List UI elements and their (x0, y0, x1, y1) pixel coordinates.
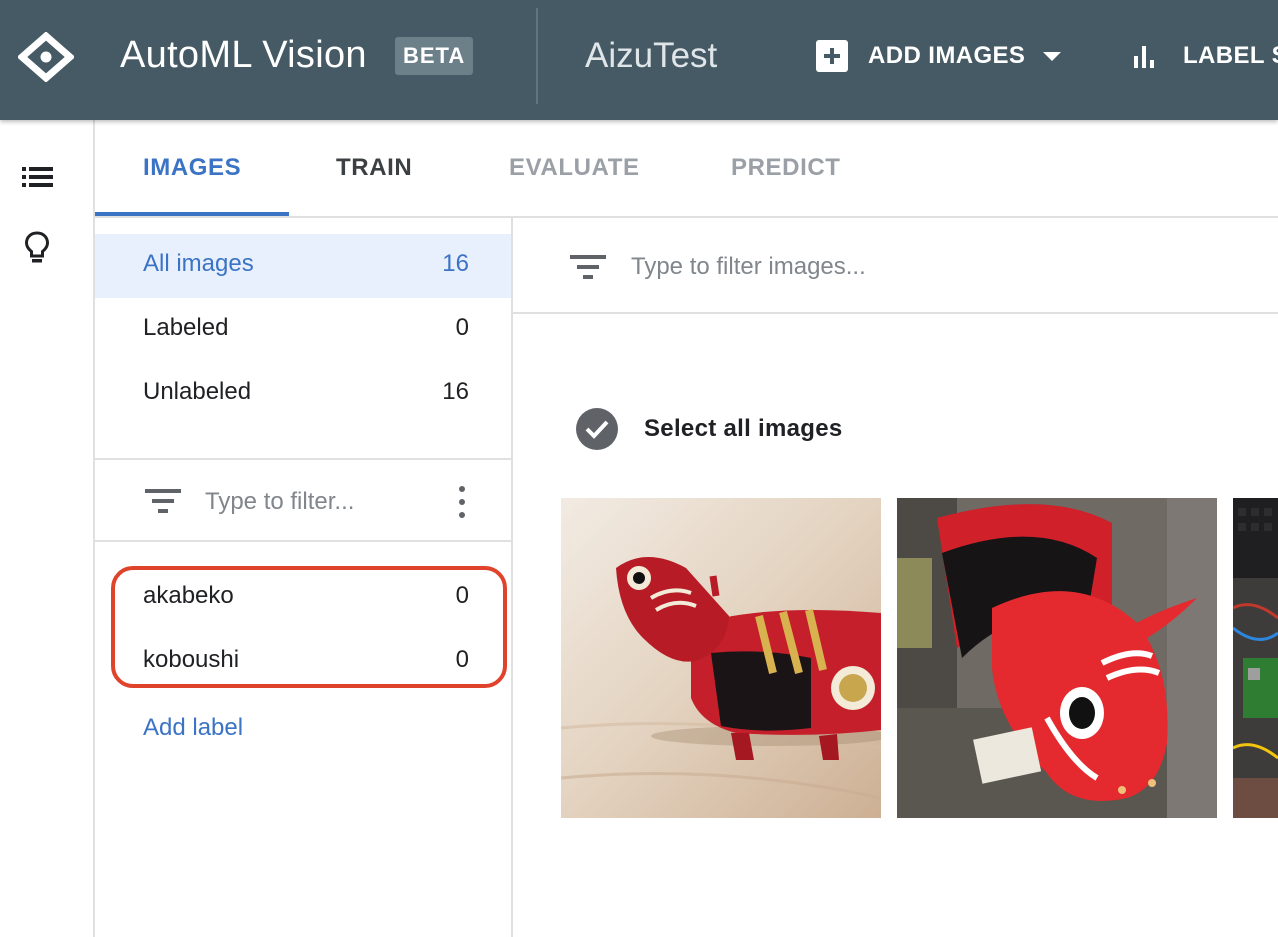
select-all-label: Select all images (644, 415, 843, 442)
filter-icon (570, 255, 606, 279)
category-all-images[interactable]: All images 16 (95, 234, 511, 298)
app-header: AutoML Vision BETA AizuTest ADD IMAGES L… (0, 0, 1278, 120)
section-divider (95, 540, 511, 542)
label-stats-button[interactable]: LABEL S (1134, 36, 1278, 76)
beta-badge: BETA (395, 37, 474, 75)
project-name[interactable]: AizuTest (585, 36, 717, 76)
category-count: 0 (455, 314, 469, 341)
image-thumbnail[interactable] (1233, 498, 1278, 818)
lightbulb-icon[interactable] (24, 230, 50, 266)
category-count: 16 (442, 250, 469, 277)
category-count: 16 (442, 378, 469, 405)
filter-panel: All images 16 Labeled 0 Unlabeled 16 aka… (95, 218, 513, 937)
add-label-link[interactable]: Add label (143, 714, 243, 742)
tab-predict: PREDICT (731, 154, 841, 181)
image-thumbnail[interactable] (897, 498, 1217, 818)
label-filter-input[interactable] (205, 480, 445, 524)
tab-images[interactable]: IMAGES (143, 154, 241, 182)
tab-train[interactable]: TRAIN (336, 154, 412, 182)
automl-logo-icon[interactable] (18, 32, 74, 82)
category-label: Unlabeled (143, 378, 252, 405)
tab-bar: IMAGES TRAIN EVALUATE PREDICT (95, 120, 1278, 218)
filter-icon (145, 489, 181, 513)
image-red-cow-toy (561, 498, 881, 818)
active-tab-indicator (95, 212, 289, 216)
label-filter-bar (95, 460, 511, 542)
check-circle-icon (576, 408, 618, 450)
image-electronics (1233, 498, 1278, 818)
category-label: All images (143, 250, 254, 277)
labels-highlight-annotation (111, 566, 507, 688)
image-red-cow-statue (897, 498, 1217, 818)
tab-evaluate: EVALUATE (509, 154, 640, 181)
category-unlabeled[interactable]: Unlabeled 16 (95, 362, 511, 426)
list-icon[interactable] (22, 166, 54, 188)
image-thumbnail[interactable] (561, 498, 881, 818)
image-filter-input[interactable] (631, 244, 1231, 290)
app-title: AutoML Vision (120, 34, 367, 76)
dropdown-arrow-icon (1043, 51, 1062, 61)
more-vert-icon[interactable] (455, 486, 469, 518)
header-divider (536, 8, 538, 104)
category-labeled[interactable]: Labeled 0 (95, 298, 511, 362)
add-box-icon (816, 40, 848, 72)
add-images-label: ADD IMAGES (868, 42, 1026, 69)
add-images-button[interactable]: ADD IMAGES (816, 36, 1062, 76)
bar-chart-icon (1134, 44, 1160, 68)
select-all-toggle[interactable]: Select all images (576, 408, 843, 450)
label-stats-label: LABEL S (1183, 42, 1278, 69)
category-label: Labeled (143, 314, 229, 341)
image-filter-bar (513, 218, 1278, 314)
left-rail (0, 120, 95, 937)
